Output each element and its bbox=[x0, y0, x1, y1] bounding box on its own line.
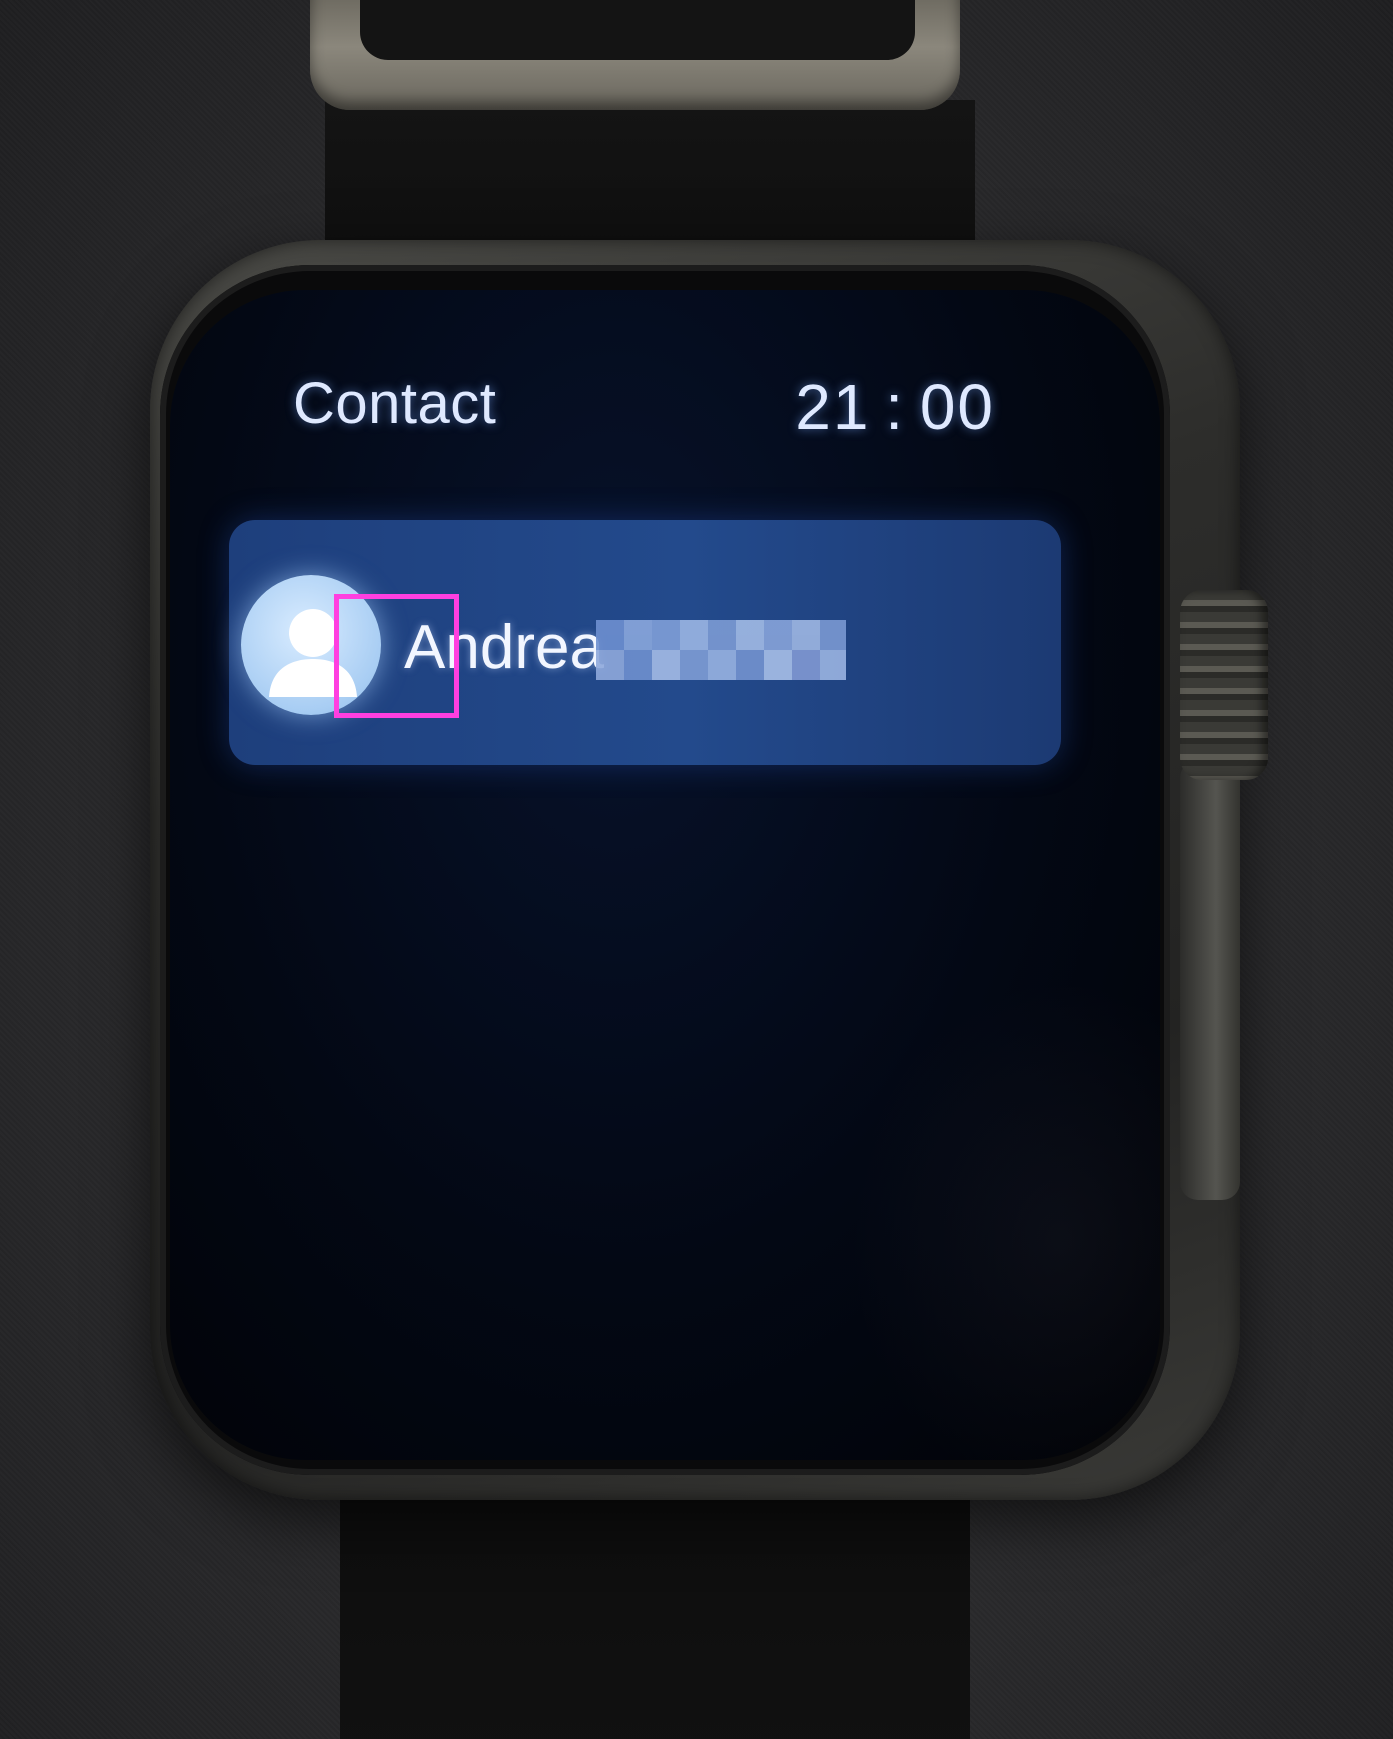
screen-title: Contact bbox=[293, 371, 497, 436]
screen-reflection bbox=[850, 980, 1160, 1460]
watch-strap-bottom bbox=[340, 1460, 970, 1739]
side-button[interactable] bbox=[1180, 760, 1240, 1200]
digital-crown[interactable] bbox=[1180, 590, 1268, 780]
redacted-surname bbox=[596, 620, 846, 680]
highlight-annotation-box bbox=[334, 594, 459, 718]
clock-time: 21 : 00 bbox=[795, 371, 995, 443]
watch-screen: Contact 21 : 00 Andrea bbox=[170, 290, 1160, 1460]
strap-loop-opening bbox=[360, 0, 915, 60]
photo-scene: Contact 21 : 00 Andrea bbox=[0, 0, 1393, 1739]
